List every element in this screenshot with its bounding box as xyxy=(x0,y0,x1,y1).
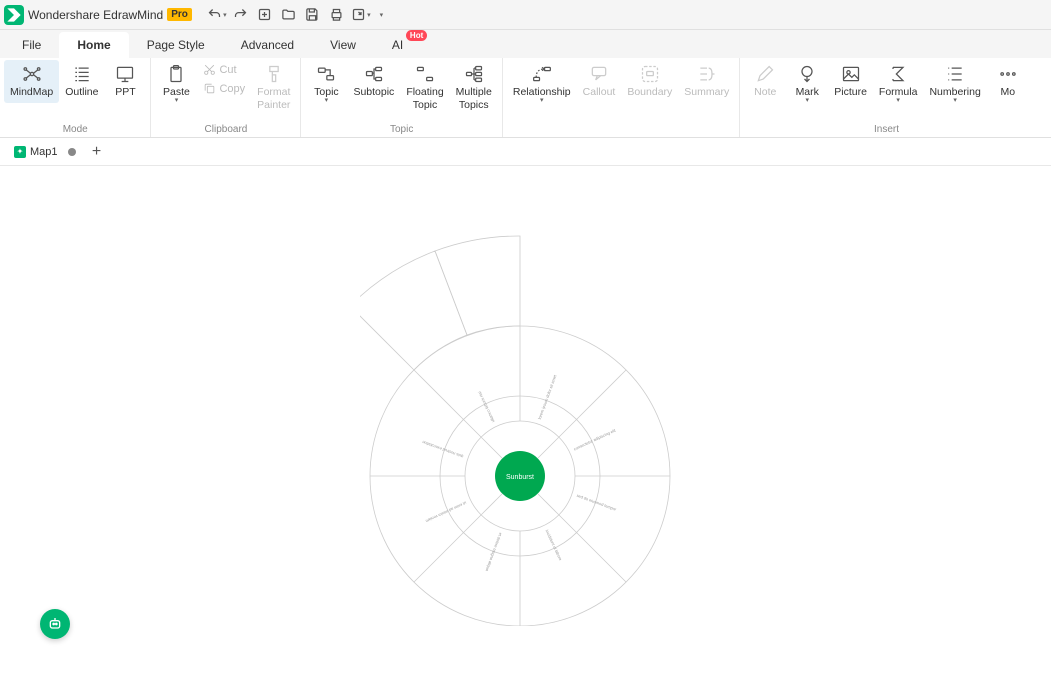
svg-text:Sunburst: Sunburst xyxy=(506,474,534,481)
callout-button[interactable]: Callout xyxy=(577,60,622,103)
add-tab-button[interactable]: + xyxy=(86,141,108,163)
copy-button[interactable]: Copy xyxy=(199,79,249,98)
app-title: Wondershare EdrawMind xyxy=(28,8,163,22)
menu-tab-home[interactable]: Home xyxy=(59,32,128,58)
new-button[interactable] xyxy=(254,4,276,26)
formula-button[interactable]: Formula ▾ xyxy=(873,60,924,109)
svg-text:lorem ipsum dolor sit amet: lorem ipsum dolor sit amet xyxy=(537,373,558,420)
menu-tab-page-style[interactable]: Page Style xyxy=(129,32,223,58)
topic-button[interactable]: Topic ▾ xyxy=(305,60,347,109)
chevron-down-icon: ▾ xyxy=(540,97,544,105)
ribbon: MindMap Outline PPT Mode Paste ▾ xyxy=(0,58,1051,138)
doc-tab-map1[interactable]: ✦ Map1 xyxy=(4,142,86,162)
ppt-button[interactable]: PPT xyxy=(104,60,146,103)
menu-tab-advanced[interactable]: Advanced xyxy=(223,32,312,58)
sunburst-diagram[interactable]: Sunburst xyxy=(360,206,680,626)
menu-tab-ai[interactable]: AI Hot xyxy=(374,32,421,58)
ribbon-group-mode: MindMap Outline PPT Mode xyxy=(0,58,151,137)
numbering-button[interactable]: Numbering ▾ xyxy=(923,60,986,109)
chevron-down-icon: ▾ xyxy=(325,97,329,105)
ribbon-group-clipboard: Paste ▾ Cut Copy Format Painter Clipboar… xyxy=(151,58,301,137)
doc-icon: ✦ xyxy=(14,146,26,158)
title-bar: Wondershare EdrawMind Pro xyxy=(0,0,1051,30)
menu-tab-view[interactable]: View xyxy=(312,32,374,58)
chevron-down-icon: ▾ xyxy=(896,97,900,105)
print-button[interactable] xyxy=(326,4,348,26)
summary-button[interactable]: Summary xyxy=(678,60,735,103)
doc-tabs: ✦ Map1 + xyxy=(0,138,1051,166)
multiple-topics-button[interactable]: Multiple Topics xyxy=(450,60,498,115)
chevron-down-icon: ▾ xyxy=(953,97,957,105)
redo-button[interactable] xyxy=(230,4,252,26)
mark-button[interactable]: Mark ▾ xyxy=(786,60,828,109)
menu-tabs: File Home Page Style Advanced View AI Ho… xyxy=(0,30,1051,58)
subtopic-button[interactable]: Subtopic xyxy=(347,60,400,103)
save-button[interactable] xyxy=(302,4,324,26)
ribbon-group-insert: Note Mark ▾ Picture Formula ▾ Numbering … xyxy=(740,58,1033,137)
svg-text:sed do eiusmod tempor: sed do eiusmod tempor xyxy=(576,493,618,512)
outline-button[interactable]: Outline xyxy=(59,60,104,103)
canvas[interactable]: Sunburst xyxy=(0,166,1051,689)
export-button[interactable] xyxy=(350,4,372,26)
ribbon-group-relation: Relationship ▾ Callout Boundary Summary xyxy=(503,58,740,137)
more-button[interactable]: Mo xyxy=(987,60,1029,103)
picture-button[interactable]: Picture xyxy=(828,60,873,103)
open-button[interactable] xyxy=(278,4,300,26)
svg-text:ut enim ad minim veniam: ut enim ad minim veniam xyxy=(424,500,467,524)
close-icon[interactable] xyxy=(68,148,76,156)
svg-text:et dolore magna aliqua: et dolore magna aliqua xyxy=(484,532,503,573)
paste-button[interactable]: Paste ▾ xyxy=(155,60,197,109)
mindmap-button[interactable]: MindMap xyxy=(4,60,59,103)
quick-access-menu[interactable] xyxy=(374,4,388,26)
floating-topic-button[interactable]: Floating Topic xyxy=(400,60,449,115)
chevron-down-icon: ▾ xyxy=(805,97,809,105)
pro-badge: Pro xyxy=(167,8,192,21)
chevron-down-icon: ▾ xyxy=(175,97,179,105)
ai-assistant-button[interactable] xyxy=(40,609,70,639)
app-logo-icon xyxy=(4,5,24,25)
relationship-button[interactable]: Relationship ▾ xyxy=(507,60,577,109)
boundary-button[interactable]: Boundary xyxy=(621,60,678,103)
ribbon-group-topic: Topic ▾ Subtopic Floating Topic Multiple… xyxy=(301,58,502,137)
note-button[interactable]: Note xyxy=(744,60,786,103)
format-painter-button[interactable]: Format Painter xyxy=(251,60,296,115)
menu-tab-file[interactable]: File xyxy=(4,32,59,58)
cut-button[interactable]: Cut xyxy=(199,60,249,79)
hot-badge: Hot xyxy=(406,30,427,41)
undo-button[interactable] xyxy=(206,4,228,26)
